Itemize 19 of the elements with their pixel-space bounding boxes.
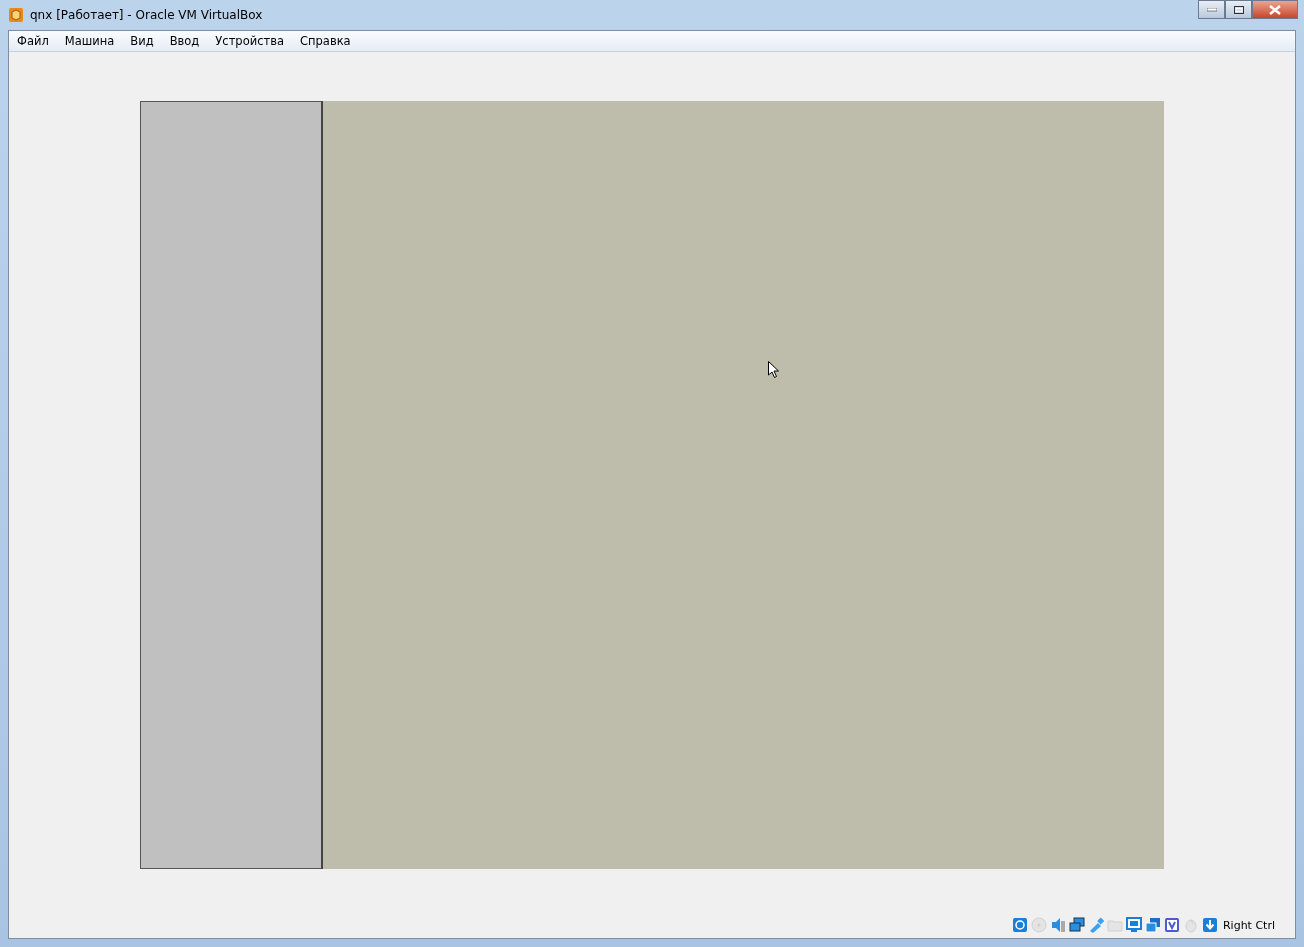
cube-icon	[8, 7, 24, 23]
windows-icon[interactable]	[1144, 917, 1161, 933]
window-title: qnx [Работает] - Oracle VM VirtualBox	[30, 8, 263, 22]
minimize-icon	[1206, 7, 1217, 12]
minimize-button[interactable]	[1198, 0, 1225, 19]
menu-item[interactable]: Вид	[122, 34, 162, 48]
monitor-icon[interactable]	[1125, 917, 1142, 933]
close-button[interactable]	[1252, 0, 1298, 19]
host-key-label: Right Ctrl	[1222, 918, 1275, 932]
menu-item[interactable]: Устройства	[207, 34, 292, 48]
menu-item[interactable]: Справка	[292, 34, 359, 48]
maximize-icon	[1233, 5, 1244, 14]
menu-item[interactable]: Машина	[56, 34, 123, 48]
mouse-pointer-icon	[768, 361, 779, 378]
close-icon	[1269, 4, 1281, 15]
network-icon[interactable]	[1068, 917, 1085, 933]
maximize-button[interactable]	[1225, 0, 1252, 19]
menu-item[interactable]: Ввод	[161, 34, 208, 48]
menu-item[interactable]: Файл	[9, 34, 57, 48]
